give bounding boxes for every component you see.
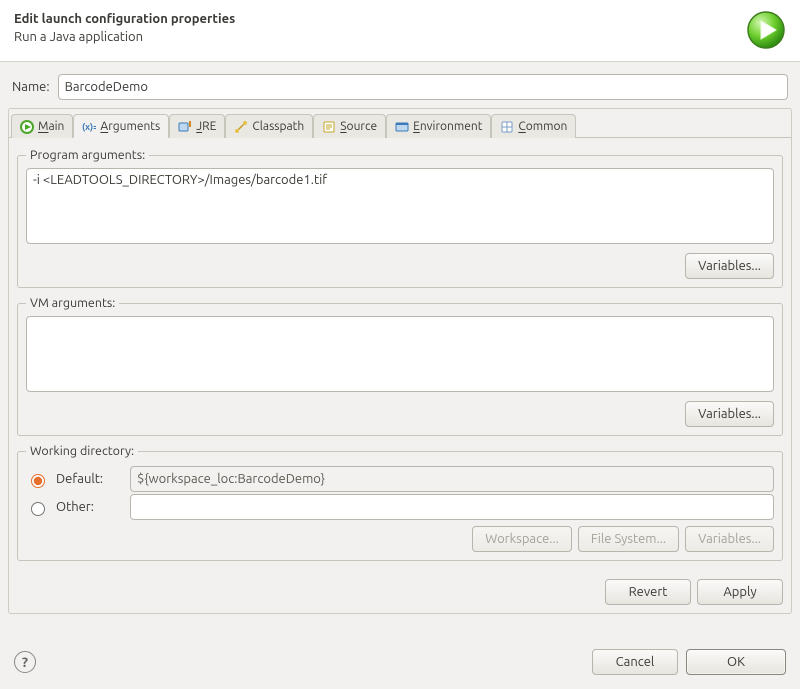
- revert-button[interactable]: Revert: [605, 579, 691, 605]
- dialog-footer: ? Cancel OK: [0, 635, 800, 689]
- jre-icon: [178, 120, 192, 134]
- vm-arguments-input[interactable]: [26, 316, 774, 392]
- vm-variables-button[interactable]: Variables...: [685, 401, 774, 427]
- tab-arguments-label: Arguments: [100, 120, 160, 133]
- tab-common[interactable]: Common: [491, 114, 576, 138]
- tab-jre[interactable]: JRE: [169, 114, 225, 138]
- tab-environment-label: Environment: [413, 120, 482, 133]
- run-icon: [746, 10, 786, 50]
- dialog-header: Edit launch configuration properties Run…: [0, 0, 800, 62]
- classpath-icon: [234, 120, 248, 134]
- tabstrip: Main (x)= Arguments JRE Classpath: [9, 109, 791, 137]
- working-directory-legend: Working directory:: [26, 444, 138, 458]
- vm-arguments-group: VM arguments: Variables...: [17, 296, 783, 436]
- arguments-icon: (x)=: [82, 119, 96, 133]
- wd-default-input: [130, 466, 774, 492]
- main-icon: [20, 120, 34, 134]
- wd-default-radio[interactable]: [31, 474, 45, 488]
- wd-other-label: Other:: [56, 500, 122, 514]
- arguments-tab-content: Program arguments: -i <LEADTOOLS_DIRECTO…: [9, 137, 791, 571]
- tab-source[interactable]: Source: [313, 114, 386, 138]
- source-icon: [322, 120, 336, 134]
- name-row: Name:: [8, 72, 792, 108]
- wd-other-input[interactable]: [130, 494, 774, 520]
- name-input[interactable]: [58, 74, 788, 100]
- ok-button[interactable]: OK: [686, 649, 786, 675]
- working-directory-group: Working directory: Default: Other: Works…: [17, 444, 783, 561]
- dialog-subtitle: Run a Java application: [14, 30, 786, 44]
- program-arguments-legend: Program arguments:: [26, 148, 149, 162]
- svg-text:(x)=: (x)=: [82, 122, 96, 132]
- wd-workspace-button[interactable]: Workspace...: [472, 526, 572, 552]
- wd-default-label: Default:: [56, 472, 122, 486]
- tab-common-label: Common: [518, 120, 567, 133]
- vm-arguments-legend: VM arguments:: [26, 296, 119, 310]
- config-panel: Main (x)= Arguments JRE Classpath: [8, 108, 792, 614]
- name-label: Name:: [12, 80, 50, 94]
- environment-icon: [395, 120, 409, 134]
- tab-classpath[interactable]: Classpath: [225, 114, 313, 138]
- dialog-title: Edit launch configuration properties: [14, 12, 786, 26]
- tab-classpath-label: Classpath: [252, 120, 304, 133]
- apply-button[interactable]: Apply: [697, 579, 783, 605]
- program-arguments-group: Program arguments: -i <LEADTOOLS_DIRECTO…: [17, 148, 783, 288]
- tab-main-label: Main: [38, 120, 64, 133]
- wd-other-radio[interactable]: [31, 502, 45, 516]
- tab-source-label: Source: [340, 120, 377, 133]
- tab-arguments[interactable]: (x)= Arguments: [73, 114, 169, 138]
- tab-main[interactable]: Main: [11, 114, 73, 138]
- program-arguments-input[interactable]: -i <LEADTOOLS_DIRECTORY>/Images/barcode1…: [26, 168, 774, 244]
- program-variables-button[interactable]: Variables...: [685, 253, 774, 279]
- wd-variables-button[interactable]: Variables...: [685, 526, 774, 552]
- wd-filesystem-button[interactable]: File System...: [578, 526, 679, 552]
- cancel-button[interactable]: Cancel: [592, 649, 678, 675]
- tab-jre-label: JRE: [196, 120, 216, 133]
- tab-environment[interactable]: Environment: [386, 114, 491, 138]
- common-icon: [500, 120, 514, 134]
- help-icon[interactable]: ?: [14, 651, 36, 673]
